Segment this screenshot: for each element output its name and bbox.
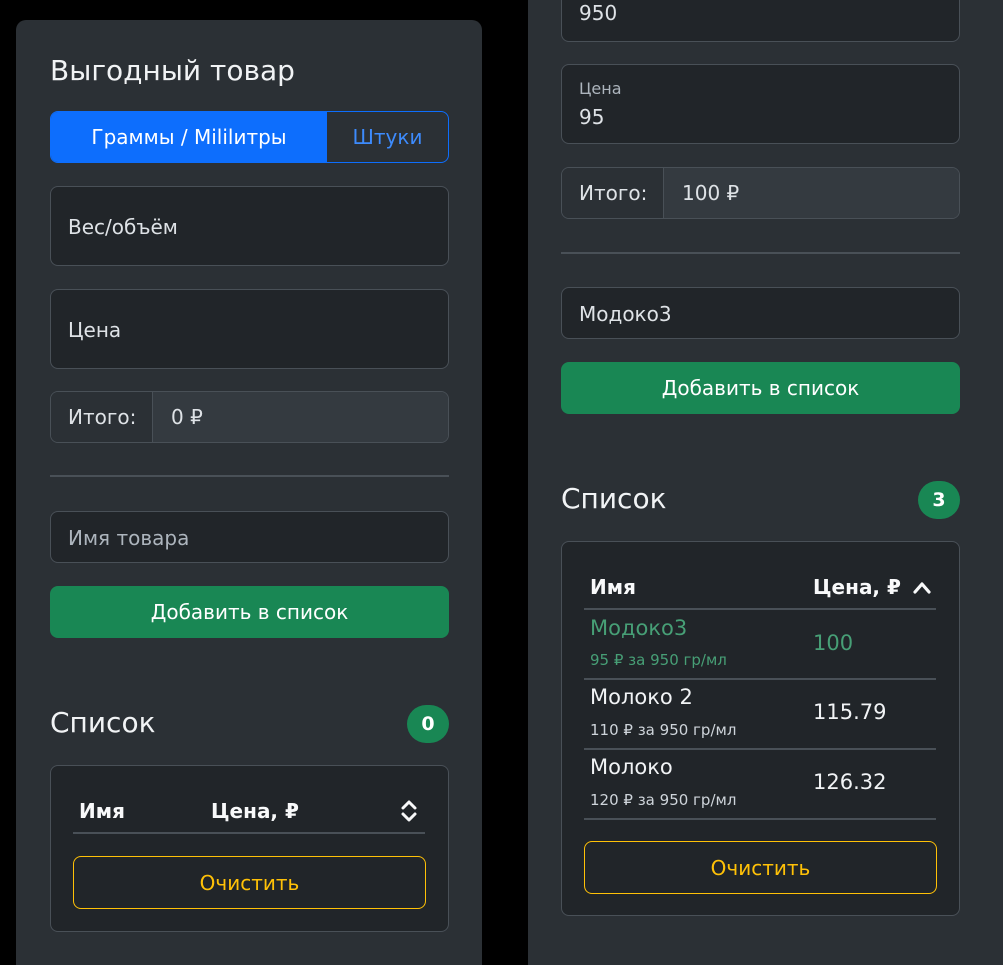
table-header-divider (584, 608, 936, 610)
weight-value: 950 (579, 1, 618, 25)
price-input[interactable]: Цена 95 (561, 64, 960, 144)
weight-input[interactable]: Вес/объём (50, 186, 449, 266)
product-name-input[interactable]: Модоко3 (561, 287, 960, 339)
product-name-input[interactable]: Имя товара (50, 511, 449, 563)
total-label: Итого: (51, 392, 153, 442)
weight-input[interactable]: 950 (561, 0, 960, 42)
item-name: Модоко3 (590, 616, 688, 640)
tab-grams-milliliters[interactable]: Граммы / Мililитры (51, 112, 327, 162)
item-name: Молоко (590, 755, 673, 779)
item-detail: 120 ₽ за 950 гр/мл (590, 791, 737, 809)
product-name-placeholder: Имя товара (68, 526, 190, 550)
item-price: 126.32 (813, 770, 887, 794)
list-card: Имя Цена, ₽ Модоко3 95 ₽ за 950 гр/мл 10… (561, 541, 960, 916)
list-count-badge: 0 (407, 705, 449, 743)
item-price: 100 (813, 631, 854, 655)
price-value: 95 (579, 105, 605, 129)
divider (50, 475, 449, 477)
weight-placeholder: Вес/объём (68, 215, 178, 239)
list-count-badge: 3 (918, 481, 960, 519)
column-header-name[interactable]: Имя (590, 575, 636, 599)
unit-mode-toggle: Граммы / Мililитры Штуки (50, 111, 449, 163)
row-divider (584, 818, 936, 820)
add-to-list-button[interactable]: Добавить в список (50, 586, 449, 638)
add-to-list-button[interactable]: Добавить в список (561, 362, 960, 414)
tab-pieces[interactable]: Штуки (327, 112, 448, 162)
price-label: Цена (579, 79, 622, 98)
calculator-panel-empty: Выгодный товар Граммы / Мililитры Штуки … (16, 20, 482, 965)
total-group: Итого: 0 ₽ (50, 391, 449, 443)
table-header-divider (73, 832, 425, 834)
clear-button[interactable]: Очистить (584, 841, 937, 894)
total-label: Итого: (562, 168, 664, 218)
list-title: Список (561, 482, 667, 515)
item-name: Молоко 2 (590, 685, 693, 709)
price-placeholder: Цена (68, 318, 122, 342)
row-divider (584, 678, 936, 680)
list-card: Имя Цена, ₽ Очистить (50, 765, 449, 932)
calculator-panel-filled: 950 Цена 95 Итого: 100 ₽ Модоко3 Добавит… (528, 0, 1003, 965)
column-header-price[interactable]: Цена, ₽ (813, 575, 901, 599)
item-detail: 95 ₽ за 950 гр/мл (590, 651, 727, 669)
chevron-up-icon[interactable] (913, 578, 931, 602)
clear-button[interactable]: Очистить (73, 856, 426, 909)
product-name-value: Модоко3 (579, 302, 672, 326)
list-title: Список (50, 706, 156, 739)
column-header-name[interactable]: Имя (79, 799, 125, 823)
item-detail: 110 ₽ за 950 гр/мл (590, 721, 737, 739)
sort-icon[interactable] (400, 799, 418, 823)
total-group: Итого: 100 ₽ (561, 167, 960, 219)
column-header-price[interactable]: Цена, ₽ (211, 799, 299, 823)
divider (561, 252, 960, 254)
page-title: Выгодный товар (50, 54, 295, 87)
total-value: 0 ₽ (153, 392, 448, 442)
price-input[interactable]: Цена (50, 289, 449, 369)
item-price: 115.79 (813, 700, 887, 724)
row-divider (584, 748, 936, 750)
total-value: 100 ₽ (664, 168, 959, 218)
